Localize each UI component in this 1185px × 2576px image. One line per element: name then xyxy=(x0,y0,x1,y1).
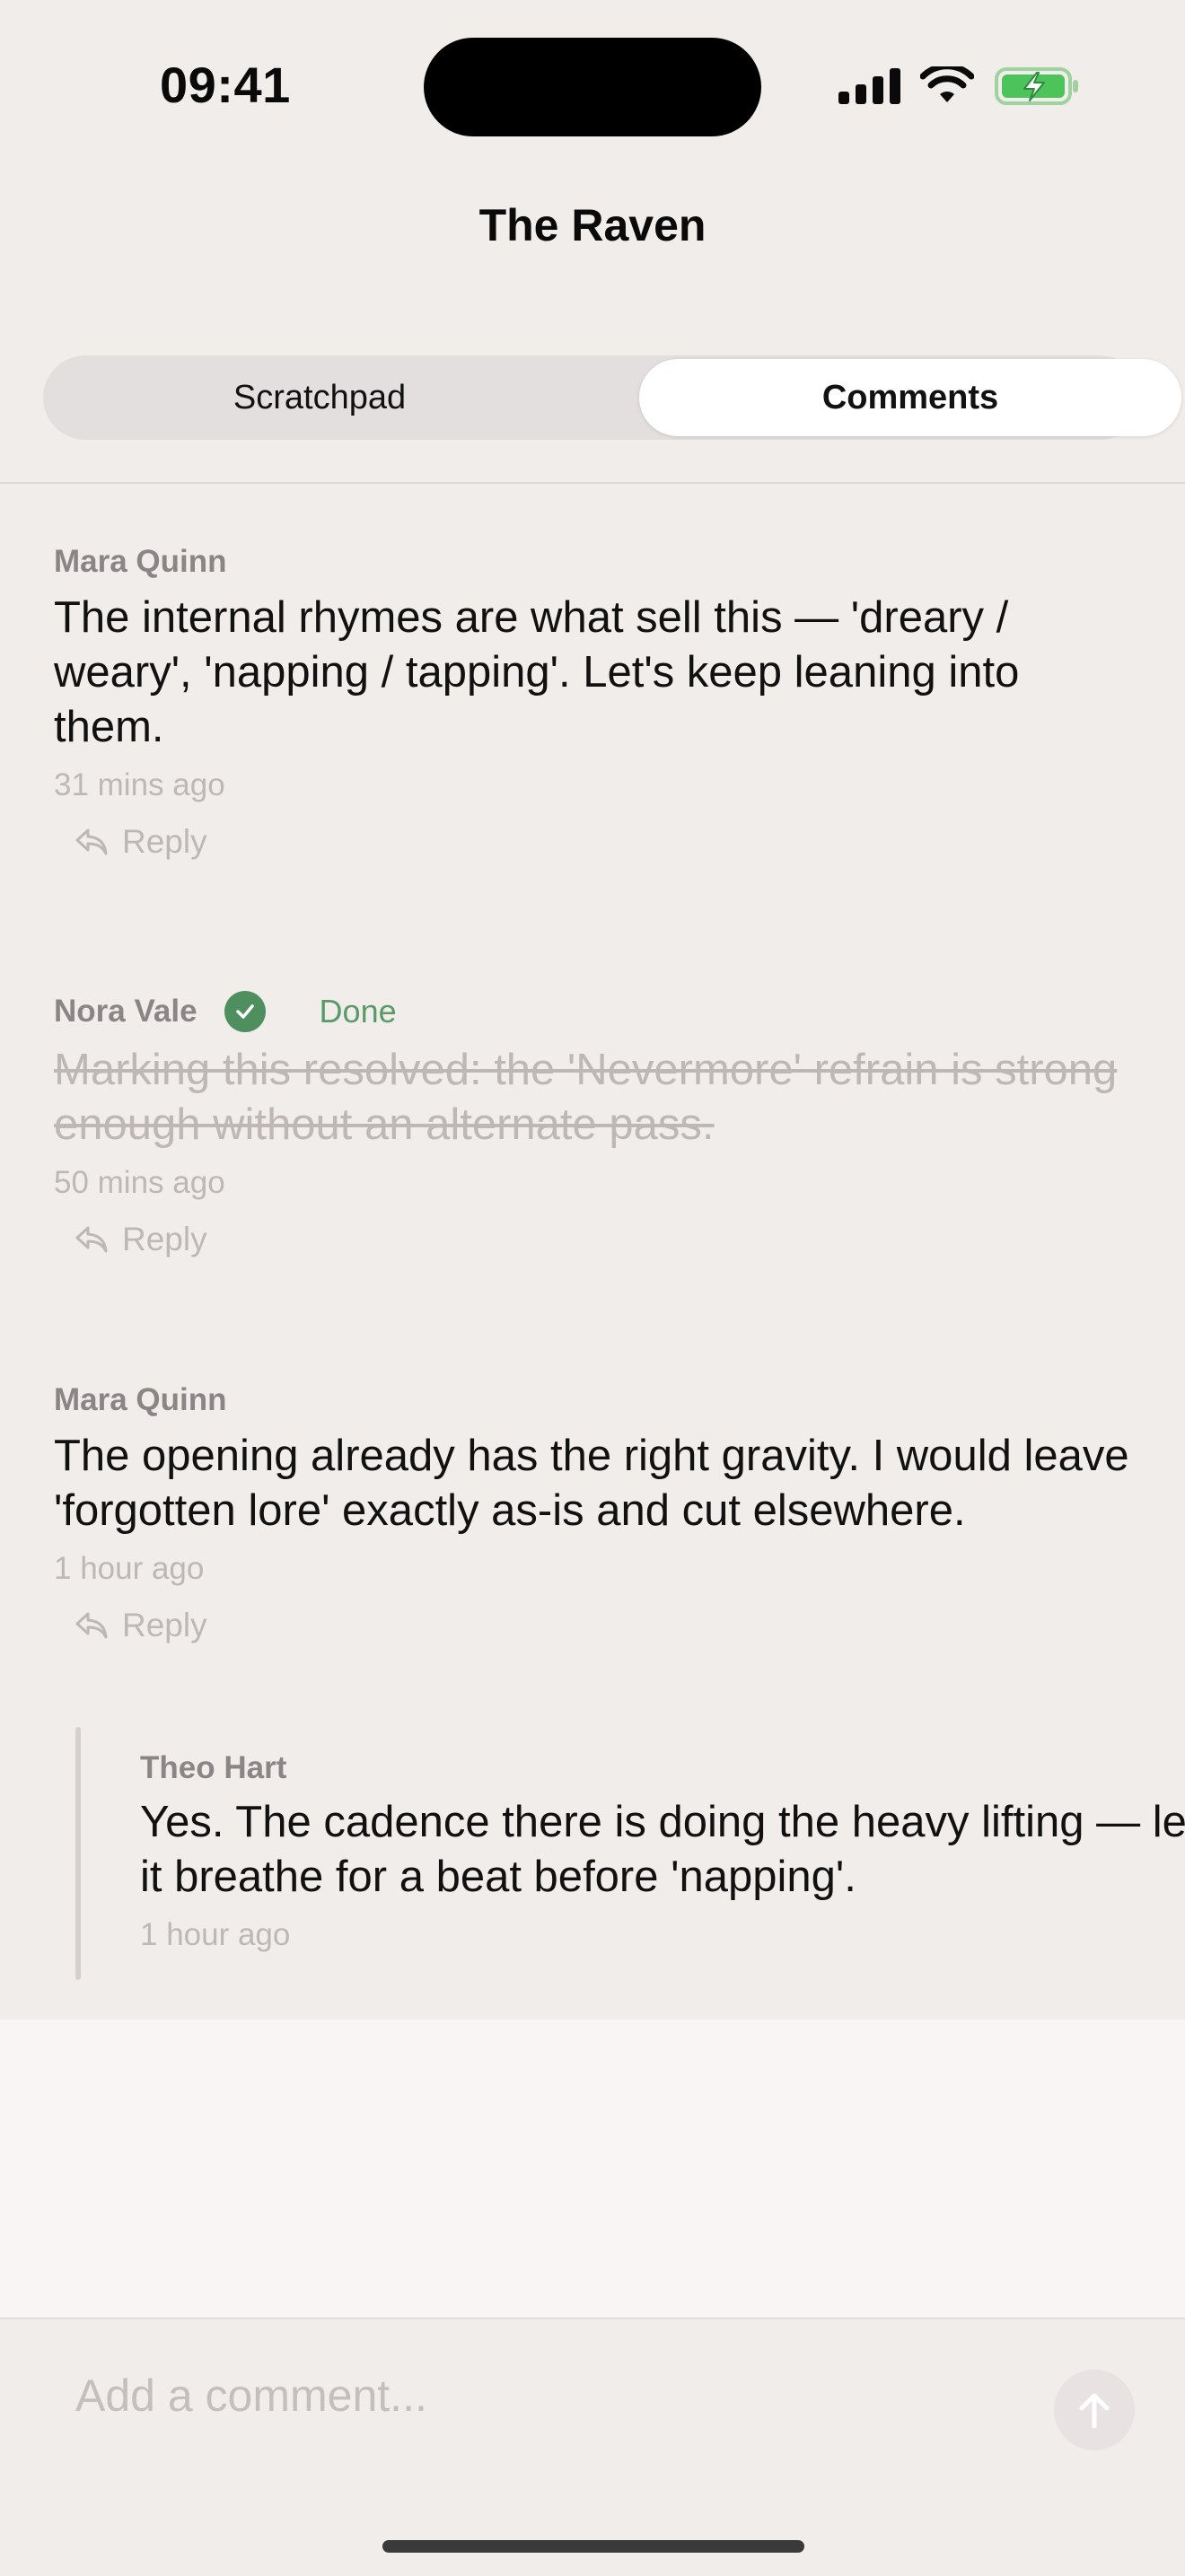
comment-timestamp: 1 hour ago xyxy=(54,1551,205,1586)
resolved-status: Done xyxy=(319,993,397,1030)
status-time: 09:41 xyxy=(160,57,291,113)
comment-timestamp: 50 mins ago xyxy=(54,1165,225,1200)
send-button[interactable] xyxy=(1054,2370,1135,2450)
status-icons xyxy=(838,61,1080,111)
reply-label: Reply xyxy=(122,1221,207,1257)
status-bar: 09:41 xyxy=(0,0,1185,171)
divider xyxy=(0,482,1185,484)
send-arrow-icon xyxy=(1079,2393,1110,2429)
comment-composer: Add a comment... xyxy=(0,2318,1185,2576)
reply-icon xyxy=(75,1612,108,1639)
reply-icon xyxy=(75,828,108,855)
wifi-icon xyxy=(920,66,974,102)
tab-scratchpad[interactable]: Scratchpad xyxy=(47,359,592,436)
comment-author: Nora Vale xyxy=(54,994,198,1029)
comment-header: Nora Vale Done xyxy=(54,991,1131,1032)
comment-text: Marking this resolved: the 'Nevermore' r… xyxy=(54,1046,1118,1149)
segmented-control: Scratchpad Comments xyxy=(43,355,1181,440)
dynamic-island xyxy=(424,38,761,136)
reply-button[interactable]: Reply xyxy=(74,1607,1131,1644)
comment-input[interactable]: Add a comment... xyxy=(75,2370,427,2422)
battery-charging-icon xyxy=(995,67,1078,105)
reply-text: Yes. The cadence there is doing the heav… xyxy=(140,1798,1185,1901)
checkmark-icon xyxy=(224,991,266,1032)
comment-author: Mara Quinn xyxy=(54,1382,227,1417)
reply-timestamp: 1 hour ago xyxy=(140,1917,291,1952)
comment-item: Mara Quinn The internal rhymes are what … xyxy=(54,544,1131,861)
page-title: The Raven xyxy=(478,200,707,250)
comment-text: The internal rhymes are what sell this —… xyxy=(54,593,1020,751)
comment-item-resolved: Nora Vale Done Marking this resolved: th… xyxy=(54,991,1131,1258)
reply-item: Theo Hart Yes. The cadence there is doin… xyxy=(140,1750,1185,1953)
home-indicator xyxy=(382,2540,804,2553)
tab-comments[interactable]: Comments xyxy=(639,359,1181,436)
comment-timestamp: 31 mins ago xyxy=(54,767,225,802)
reply-icon xyxy=(75,1226,108,1253)
reply-button[interactable]: Reply xyxy=(74,1221,1131,1258)
comment-text: The opening already has the right gravit… xyxy=(54,1432,1129,1535)
comment-item: Mara Quinn The opening already has the r… xyxy=(54,1382,1131,1644)
empty-area xyxy=(0,2020,1185,2318)
reply-button[interactable]: Reply xyxy=(74,823,1131,861)
reply-label: Reply xyxy=(122,823,207,860)
signal-icon xyxy=(838,68,900,104)
reply-label: Reply xyxy=(122,1607,207,1643)
reply-thread: Theo Hart Yes. The cadence there is doin… xyxy=(75,1727,1185,1980)
thread-line xyxy=(75,1727,81,1980)
comment-author: Mara Quinn xyxy=(54,544,227,579)
reply-author: Theo Hart xyxy=(140,1750,287,1785)
